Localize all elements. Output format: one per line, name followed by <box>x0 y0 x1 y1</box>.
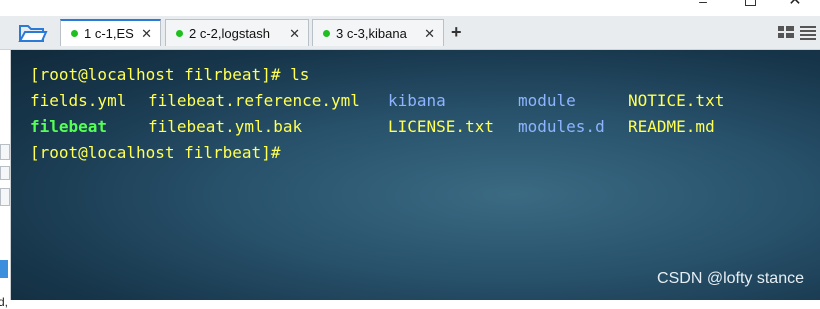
file-entry: filebeat.yml.bak <box>148 117 303 136</box>
maximize-button[interactable] <box>735 0 765 10</box>
list-menu-icon <box>800 26 816 40</box>
background-widget <box>0 188 10 206</box>
minimize-button[interactable]: – <box>688 0 718 10</box>
grid-icon <box>778 26 794 38</box>
command-prompt-line: [root@localhost filrbeat]# <box>30 143 281 162</box>
add-tab-button[interactable]: + <box>451 22 462 42</box>
tab-label: 3 c-3,kibana <box>336 26 407 41</box>
background-window-edge: d, <box>0 50 11 309</box>
directory-entry: modules.d <box>518 117 605 136</box>
close-tab-icon[interactable]: ✕ <box>141 21 152 46</box>
file-entry: filebeat.reference.yml <box>148 91 360 110</box>
tab-menu-button[interactable] <box>800 26 816 40</box>
file-entry: fields.yml <box>30 91 127 110</box>
background-widget <box>0 144 10 160</box>
connected-status-icon <box>323 30 330 38</box>
tab-label: 1 c-1,ES <box>84 26 134 41</box>
watermark-text: CSDN @lofty stance <box>657 270 804 287</box>
terminal-output[interactable]: [root@localhost filrbeat]# ls fields.yml… <box>11 50 820 300</box>
connected-status-icon <box>176 30 183 38</box>
folder-icon <box>18 25 48 42</box>
directory-entry: module <box>518 91 576 110</box>
open-folder-button[interactable] <box>16 22 50 44</box>
maximize-icon <box>744 0 756 6</box>
background-highlight <box>0 260 8 278</box>
connected-status-icon <box>71 30 78 38</box>
background-widget <box>0 166 10 180</box>
tab-c-2-logstash[interactable]: 2 c-2,logstash ✕ <box>165 19 309 46</box>
tab-label: 2 c-2,logstash <box>189 26 270 41</box>
session-tab-bar: 1 c-1,ES ✕ 2 c-2,logstash ✕ 3 c-3,kibana… <box>0 16 820 50</box>
window-titlebar: – ✕ <box>0 0 820 16</box>
close-tab-icon[interactable]: ✕ <box>289 20 300 47</box>
file-entry: LICENSE.txt <box>388 117 494 136</box>
background-text: d, <box>0 295 9 309</box>
directory-entry: kibana <box>388 91 446 110</box>
command-prompt-line: [root@localhost filrbeat]# ls <box>30 65 310 84</box>
tab-c-3-kibana[interactable]: 3 c-3,kibana ✕ <box>312 19 444 46</box>
file-entry: NOTICE.txt <box>628 91 725 110</box>
close-tab-icon[interactable]: ✕ <box>424 20 435 47</box>
tab-c-1-es[interactable]: 1 c-1,ES ✕ <box>60 19 161 46</box>
file-entry: README.md <box>628 117 715 136</box>
executable-entry: filebeat <box>30 117 108 136</box>
close-window-button[interactable]: ✕ <box>780 0 810 10</box>
tile-view-button[interactable] <box>778 26 794 40</box>
